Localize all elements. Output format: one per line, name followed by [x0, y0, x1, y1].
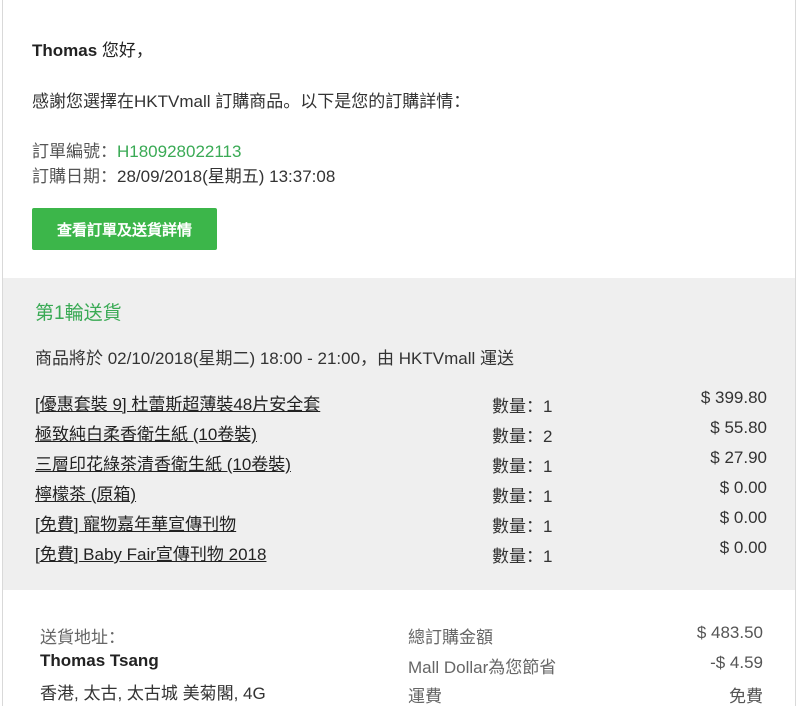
- delivery-round-title: 第1輪送貨: [35, 303, 122, 324]
- list-item: [免費] Baby Fair宣傳刊物 2018 數量：1 $ 0.00: [3, 538, 795, 570]
- order-number-row: 訂單編號：H180928022113: [32, 137, 241, 162]
- order-date-row: 訂購日期：28/09/2018(星期五) 13:37:08: [32, 162, 335, 187]
- recipient-name: Thomas Tsang: [40, 651, 159, 670]
- item-price: $ 399.80: [700, 388, 767, 407]
- list-item: 極致純白柔香衛生紙 (10卷裝) 數量：2 $ 55.80: [3, 418, 795, 450]
- shipping-value: 免費: [729, 687, 763, 706]
- greeting-suffix: 您好，: [97, 41, 153, 60]
- item-price: $ 0.00: [719, 538, 767, 557]
- mall-dollar-label: Mall Dollar為您節省: [408, 658, 557, 677]
- order-date-label: 訂購日期：: [32, 167, 117, 186]
- list-item: 三層印花綠茶清香衛生紙 (10卷裝) 數量：1 $ 27.90: [3, 448, 795, 480]
- item-quantity: 數量：2: [492, 427, 553, 446]
- order-date: 28/09/2018(星期五) 13:37:08: [117, 167, 336, 186]
- item-quantity: 數量：1: [492, 517, 553, 536]
- item-list: [優惠套裝 9] 杜蕾斯超薄裝48片安全套 數量：1 $ 399.80 極致純白…: [3, 388, 795, 570]
- total-amount-value: $ 483.50: [696, 623, 763, 642]
- intro-text: 感謝您選擇在HKTVmall 訂購商品。以下是您的訂購詳情：: [32, 92, 471, 111]
- greeting: Thomas 您好，: [32, 36, 153, 61]
- item-link[interactable]: 三層印花綠茶清香衛生紙 (10卷裝): [35, 450, 291, 475]
- delivery-address-label: 送貨地址：: [40, 628, 125, 647]
- item-link[interactable]: 檸檬茶 (原箱): [35, 480, 136, 505]
- item-link[interactable]: [優惠套裝 9] 杜蕾斯超薄裝48片安全套: [35, 390, 320, 415]
- order-summary: 送貨地址： Thomas Tsang 香港, 太古, 太古城 美菊閣, 4G 總…: [3, 590, 795, 706]
- item-quantity: 數量：1: [492, 487, 553, 506]
- item-link[interactable]: [免費] Baby Fair宣傳刊物 2018: [35, 540, 266, 565]
- order-number: H180928022113: [117, 142, 242, 161]
- list-item: [免費] 寵物嘉年華宣傳刊物 數量：1 $ 0.00: [3, 508, 795, 540]
- view-order-details-button[interactable]: 查看訂單及送貨詳情: [32, 208, 217, 250]
- item-quantity: 數量：1: [492, 547, 553, 566]
- list-item: [優惠套裝 9] 杜蕾斯超薄裝48片安全套 數量：1 $ 399.80: [3, 388, 795, 420]
- item-quantity: 數量：1: [492, 397, 553, 416]
- delivery-schedule: 商品將於 02/10/2018(星期二) 18:00 - 21:00，由 HKT…: [35, 349, 514, 368]
- customer-first-name: Thomas: [32, 41, 98, 60]
- item-quantity: 數量：1: [492, 457, 553, 476]
- email-body: Thomas 您好， 感謝您選擇在HKTVmall 訂購商品。以下是您的訂購詳情…: [2, 0, 796, 706]
- delivery-address: 香港, 太古, 太古城 美菊閣, 4G: [40, 684, 266, 703]
- item-price: $ 27.90: [710, 448, 767, 467]
- total-amount-label: 總訂購金額: [408, 628, 493, 647]
- item-price: $ 55.80: [710, 418, 767, 437]
- delivery-section: 第1輪送貨 商品將於 02/10/2018(星期二) 18:00 - 21:00…: [3, 278, 795, 590]
- item-price: $ 0.00: [719, 508, 767, 527]
- item-link[interactable]: [免費] 寵物嘉年華宣傳刊物: [35, 510, 236, 535]
- item-price: $ 0.00: [719, 478, 767, 497]
- order-number-label: 訂單編號：: [32, 142, 117, 161]
- item-link[interactable]: 極致純白柔香衛生紙 (10卷裝): [35, 420, 257, 445]
- shipping-label: 運費: [408, 687, 442, 706]
- list-item: 檸檬茶 (原箱) 數量：1 $ 0.00: [3, 478, 795, 510]
- mall-dollar-value: -$ 4.59: [710, 653, 763, 672]
